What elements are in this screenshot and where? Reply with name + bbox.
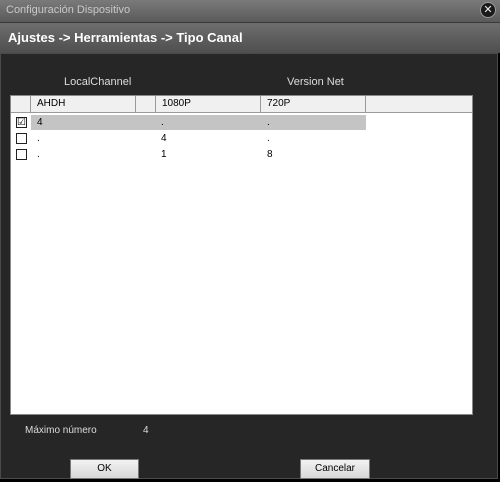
row-selection-highlight	[31, 115, 366, 130]
cell-1080p: 4	[161, 133, 167, 144]
header-checkbox-col	[11, 96, 31, 112]
cell-1080p: .	[161, 117, 164, 128]
max-number-label: Máximo número	[25, 425, 97, 436]
header-bar: Ajustes -> Herramientas -> Tipo Canal	[0, 23, 500, 53]
window-title: Configuración Dispositivo	[6, 4, 131, 16]
channel-table[interactable]: AHDH 1080P 720P ☑ 4 . . . 4 . . 1 8	[10, 95, 473, 415]
max-number-value: 4	[143, 425, 149, 436]
cell-720p: .	[267, 117, 270, 128]
table-row[interactable]: ☑ 4 . .	[11, 115, 472, 130]
local-channel-caption: LocalChannel	[64, 76, 132, 88]
breadcrumb: Ajustes -> Herramientas -> Tipo Canal	[8, 30, 243, 45]
title-bar: Configuración Dispositivo ✕	[0, 0, 500, 23]
table-row[interactable]: . 4 .	[11, 131, 472, 146]
cell-ahdh: .	[37, 149, 40, 160]
cell-720p: 8	[267, 149, 273, 160]
cancel-button[interactable]: Cancelar	[300, 459, 370, 479]
row-checkbox[interactable]	[16, 133, 27, 144]
cell-ahdh: .	[37, 133, 40, 144]
cell-ahdh: 4	[37, 117, 43, 128]
cell-1080p: 1	[161, 149, 167, 160]
row-checkbox[interactable]: ☑	[16, 117, 27, 128]
ok-button[interactable]: OK	[70, 459, 139, 479]
header-1080p[interactable]: 1080P	[156, 96, 261, 112]
version-net-caption: Version Net	[287, 76, 344, 88]
row-checkbox[interactable]	[16, 149, 27, 160]
header-blank[interactable]	[136, 96, 156, 112]
header-filler	[366, 96, 472, 112]
table-row[interactable]: . 1 8	[11, 147, 472, 162]
header-ahdh[interactable]: AHDH	[31, 96, 136, 112]
header-720p[interactable]: 720P	[261, 96, 366, 112]
cell-720p: .	[267, 133, 270, 144]
close-icon[interactable]: ✕	[480, 2, 496, 18]
table-header: AHDH 1080P 720P	[11, 96, 472, 113]
